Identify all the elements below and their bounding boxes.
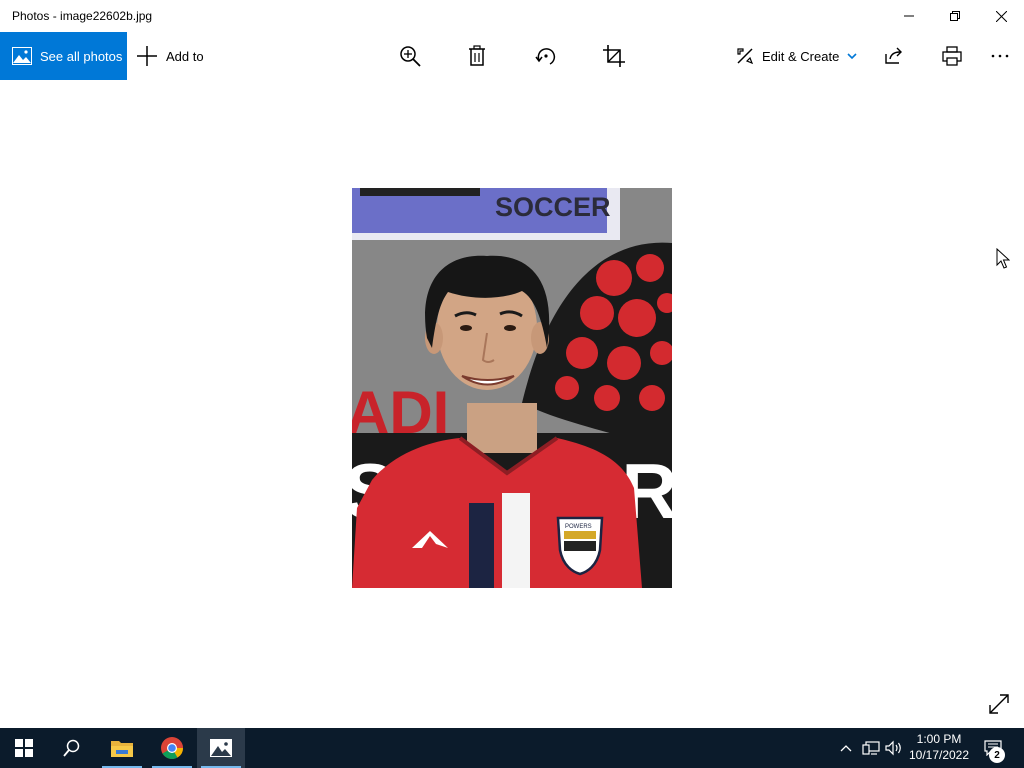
clock[interactable]: 1:00 PM 10/17/2022 [904,731,974,763]
chevron-down-icon [847,53,857,60]
delete-icon [469,45,485,66]
photos-app-button[interactable] [197,728,245,768]
displayed-photo[interactable]: SOCCER ADI SOCCER POWERS [352,188,672,588]
rotate-icon [535,48,556,65]
rotate-button[interactable] [534,44,558,68]
edit-create-button[interactable]: Edit & Create [736,32,857,80]
photo-image: SOCCER ADI SOCCER POWERS [352,188,672,588]
more-icon [991,54,1009,58]
chevron-up-icon [840,745,852,752]
edit-create-label: Edit & Create [762,48,840,64]
file-explorer-button[interactable] [98,728,146,768]
more-options-button[interactable] [988,44,1012,68]
restore-button[interactable] [932,0,978,32]
volume-button[interactable] [883,728,905,768]
crop-button[interactable] [602,44,626,68]
clock-date: 10/17/2022 [908,748,970,762]
chrome-button[interactable] [148,728,196,768]
fullscreen-button[interactable] [988,693,1010,720]
zoom-button[interactable] [398,44,422,68]
minimize-button[interactable] [886,0,932,32]
restore-icon [950,11,960,21]
network-button[interactable] [860,728,882,768]
expand-icon [989,694,1009,714]
network-icon [862,741,880,755]
photos-icon [12,47,32,65]
svg-text:ADI: ADI [352,379,449,446]
crop-icon [603,45,625,67]
minimize-icon [904,15,914,17]
delete-button[interactable] [465,44,489,68]
folder-icon [111,741,133,757]
windows-logo-icon [15,739,33,757]
mouse-cursor-icon [996,247,1011,275]
toolbar: See all photos Add to Edit & Create [0,32,1024,80]
close-button[interactable] [978,0,1024,32]
search-icon [63,739,80,757]
add-to-button[interactable]: Add to [136,32,204,80]
see-all-photos-button[interactable]: See all photos [0,32,127,80]
crest-text: POWERS [565,524,592,530]
add-to-label: Add to [166,48,204,64]
photos-app-icon [210,739,232,757]
print-icon [942,46,962,66]
plus-icon [137,46,157,66]
share-icon [885,47,902,64]
see-all-photos-label: See all photos [40,48,123,64]
search-button[interactable] [48,728,96,768]
title-bar: Photos - image22602b.jpg [0,0,1024,32]
close-icon [995,10,1007,22]
zoom-in-icon [400,46,421,67]
show-hidden-icons-button[interactable] [836,728,856,768]
share-button[interactable] [882,44,906,68]
notification-count-badge: 2 [989,747,1005,763]
poster-text: SOCCER [495,192,611,222]
volume-icon [885,740,901,756]
edit-icon [737,48,754,65]
start-button[interactable] [0,728,48,768]
window-title: Photos - image22602b.jpg [12,9,153,23]
chrome-icon [161,737,183,759]
print-button[interactable] [940,44,964,68]
clock-time: 1:00 PM [916,732,962,746]
taskbar: 1:00 PM 10/17/2022 [0,728,1024,768]
